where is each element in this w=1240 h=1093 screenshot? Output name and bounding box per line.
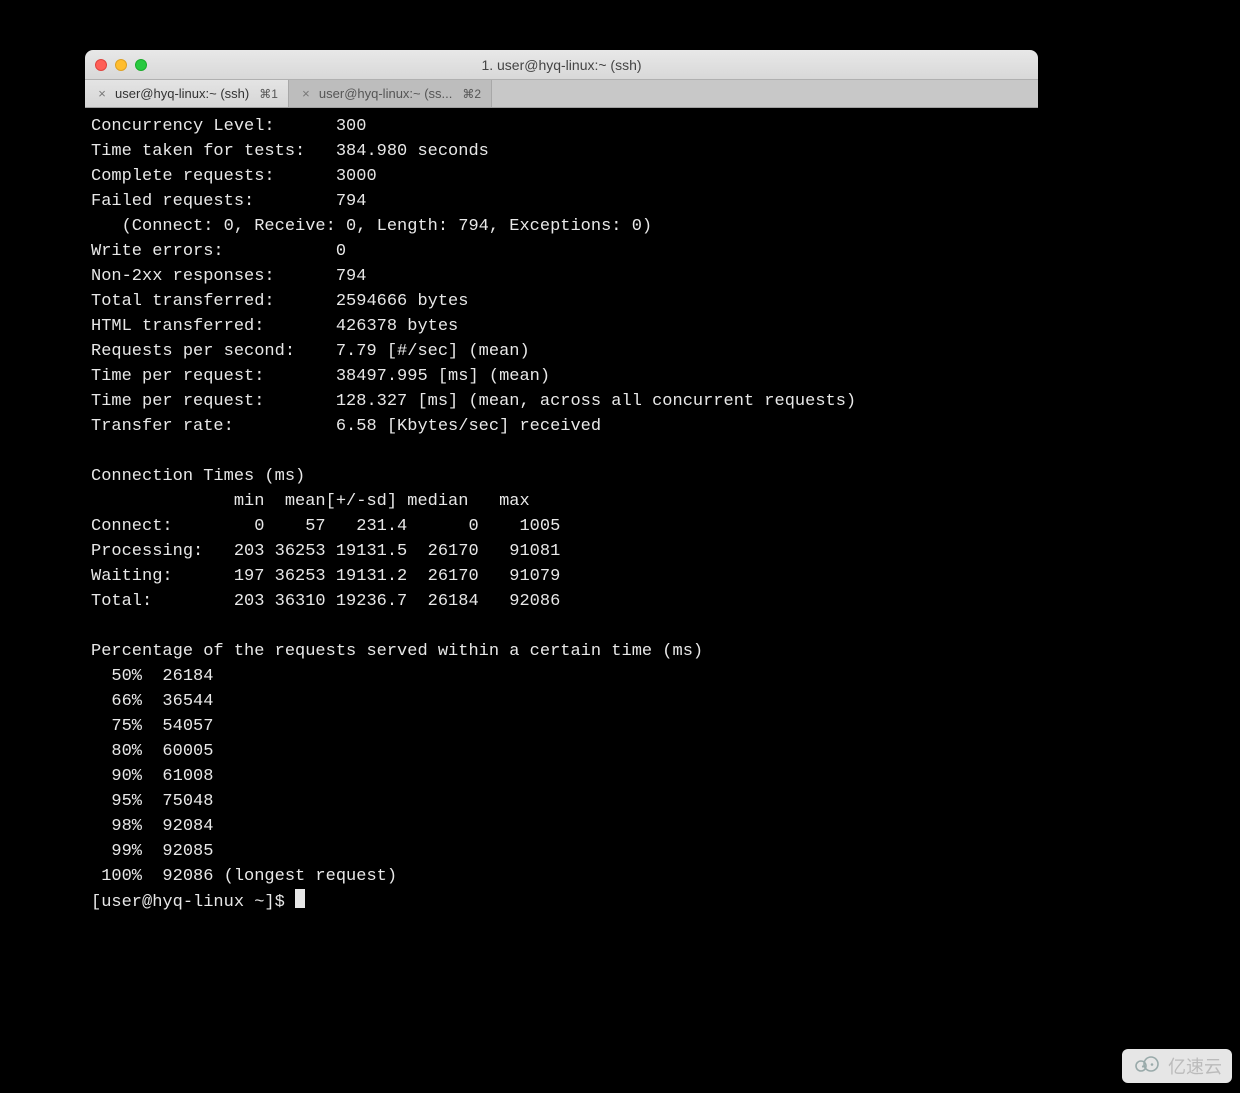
close-tab-icon[interactable]: ×: [299, 86, 313, 101]
tab-2[interactable]: × user@hyq-linux:~ (ss... ⌘2: [289, 80, 492, 107]
tab-shortcut: ⌘2: [462, 87, 481, 101]
tab-label: user@hyq-linux:~ (ss...: [319, 86, 453, 101]
terminal-window: 1. user@hyq-linux:~ (ssh) × user@hyq-lin…: [85, 50, 1038, 944]
tab-bar: × user@hyq-linux:~ (ssh) ⌘1 × user@hyq-l…: [85, 80, 1038, 108]
window-controls: [95, 59, 147, 71]
watermark-text: 亿速云: [1168, 1053, 1222, 1079]
cloud-icon: [1132, 1054, 1162, 1079]
terminal-output[interactable]: Concurrency Level: 300 Time taken for te…: [85, 108, 1038, 944]
titlebar[interactable]: 1. user@hyq-linux:~ (ssh): [85, 50, 1038, 80]
zoom-icon[interactable]: [135, 59, 147, 71]
tab-1[interactable]: × user@hyq-linux:~ (ssh) ⌘1: [85, 80, 289, 107]
tab-label: user@hyq-linux:~ (ssh): [115, 86, 249, 101]
cursor-icon: [295, 889, 305, 908]
close-icon[interactable]: [95, 59, 107, 71]
window-title: 1. user@hyq-linux:~ (ssh): [85, 57, 1038, 73]
minimize-icon[interactable]: [115, 59, 127, 71]
tab-shortcut: ⌘1: [259, 87, 278, 101]
watermark: 亿速云: [1122, 1049, 1232, 1083]
shell-prompt: [user@hyq-linux ~]$: [91, 893, 295, 912]
close-tab-icon[interactable]: ×: [95, 86, 109, 101]
